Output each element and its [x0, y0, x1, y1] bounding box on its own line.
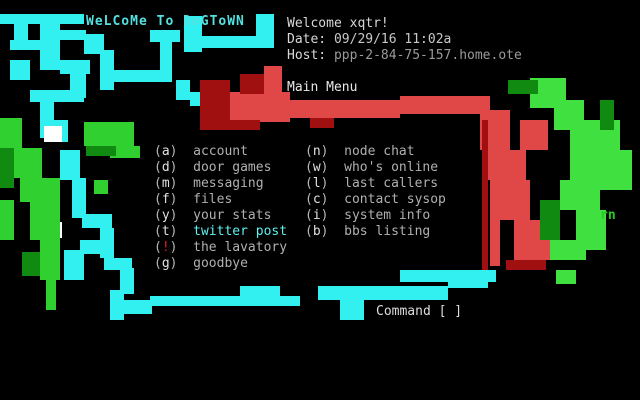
menu-item-paren: (: [305, 224, 313, 239]
menu-item-paren: (: [305, 208, 313, 223]
menu-item-paren: ): [169, 224, 194, 239]
menu-item-paren: (: [154, 176, 162, 191]
menu-item-right-5[interactable]: (b) bbs listing: [305, 224, 430, 240]
welcome-line: Welcome xqtr!: [287, 16, 389, 32]
menu-item-label: goodbye: [193, 256, 248, 271]
menu-item-left-5[interactable]: (t) twitter post: [154, 224, 287, 240]
menu-item-key: l: [312, 176, 321, 191]
menu-item-label: account: [193, 144, 248, 159]
menu-item-key: f: [161, 192, 170, 207]
menu-item-label: the lavatory: [193, 240, 288, 255]
menu-item-label: contact sysop: [344, 192, 446, 207]
date-value: 09/29/16 11:02a: [333, 32, 452, 47]
menu-item-key: a: [161, 144, 170, 159]
menu-item-paren: ): [169, 160, 194, 175]
menu-item-key: b: [312, 224, 321, 239]
welcome-banner: WeLCoMe To DoGToWN: [86, 14, 245, 29]
menu-item-key: n: [312, 144, 321, 159]
menu-item-right-0[interactable]: (n) node chat: [305, 144, 415, 160]
menu-item-paren: ): [320, 160, 345, 175]
welcome-label: Welcome: [287, 16, 342, 31]
main-menu-title: Main Menu: [287, 80, 358, 95]
menu-item-paren: ): [169, 192, 194, 207]
menu-item-key: m: [161, 176, 170, 191]
menu-item-label: who's online: [344, 160, 439, 175]
menu-item-right-1[interactable]: (w) who's online: [305, 160, 438, 176]
menu-item-label: last callers: [344, 176, 439, 191]
menu-item-paren: (: [154, 224, 162, 239]
menu-item-label: messaging: [193, 176, 264, 191]
menu-item-paren: ): [169, 256, 194, 271]
menu-item-label: node chat: [344, 144, 415, 159]
menu-item-paren: ): [320, 192, 345, 207]
menu-item-paren: (: [305, 192, 313, 207]
menu-item-paren: ): [169, 176, 194, 191]
menu-item-paren: (: [154, 144, 162, 159]
menu-item-label: bbs listing: [344, 224, 431, 239]
menu-item-paren: ): [320, 176, 345, 191]
green-ansi-strokes-left: [0, 118, 140, 310]
menu-item-right-4[interactable]: (i) system info: [305, 208, 430, 224]
menu-item-paren: (: [154, 240, 162, 255]
menu-item-paren: ): [320, 224, 345, 239]
menu-item-paren: (: [305, 144, 313, 159]
date-line: Date: 09/29/16 11:02a: [287, 32, 451, 48]
menu-item-label: door games: [193, 160, 272, 175]
menu-item-label: files: [193, 192, 233, 207]
menu-item-paren: ): [320, 208, 345, 223]
menu-item-paren: ): [169, 208, 194, 223]
menu-item-right-2[interactable]: (l) last callers: [305, 176, 438, 192]
menu-item-right-3[interactable]: (c) contact sysop: [305, 192, 446, 208]
menu-item-key: w: [312, 160, 321, 175]
username: xqtr!: [349, 16, 389, 31]
menu-item-paren: (: [305, 160, 313, 175]
host-value: ppp-2-84-75-157.home.ote: [333, 48, 522, 63]
menu-item-paren: (: [154, 208, 162, 223]
menu-item-key: !: [161, 240, 170, 255]
menu-item-left-2[interactable]: (m) messaging: [154, 176, 264, 192]
menu-item-left-0[interactable]: (a) account: [154, 144, 248, 160]
menu-item-label: twitter post: [193, 224, 288, 239]
menu-item-paren: ): [320, 144, 345, 159]
host-label: Host:: [287, 48, 327, 63]
menu-item-paren: (: [154, 192, 162, 207]
artist-signature: rn: [600, 208, 616, 223]
menu-item-key: c: [312, 192, 321, 207]
host-line: Host: ppp-2-84-75-157.home.ote: [287, 48, 522, 64]
menu-item-left-4[interactable]: (y) your stats: [154, 208, 271, 224]
menu-item-left-3[interactable]: (f) files: [154, 192, 232, 208]
menu-item-paren: ): [169, 144, 194, 159]
menu-item-left-6[interactable]: (!) the lavatory: [154, 240, 287, 256]
menu-item-paren: (: [305, 176, 313, 191]
menu-item-key: y: [161, 208, 170, 223]
menu-item-key: d: [161, 160, 170, 175]
menu-item-paren: ): [169, 240, 194, 255]
menu-item-left-7[interactable]: (g) goodbye: [154, 256, 248, 272]
menu-item-label: system info: [344, 208, 431, 223]
menu-item-left-1[interactable]: (d) door games: [154, 160, 271, 176]
menu-item-paren: (: [154, 160, 162, 175]
menu-item-paren: (: [154, 256, 162, 271]
menu-item-key: t: [161, 224, 170, 239]
menu-item-key: i: [312, 208, 321, 223]
command-prompt[interactable]: Command [ ]: [376, 304, 462, 320]
date-label: Date:: [287, 32, 327, 47]
menu-item-key: g: [161, 256, 170, 271]
menu-item-label: your stats: [193, 208, 272, 223]
